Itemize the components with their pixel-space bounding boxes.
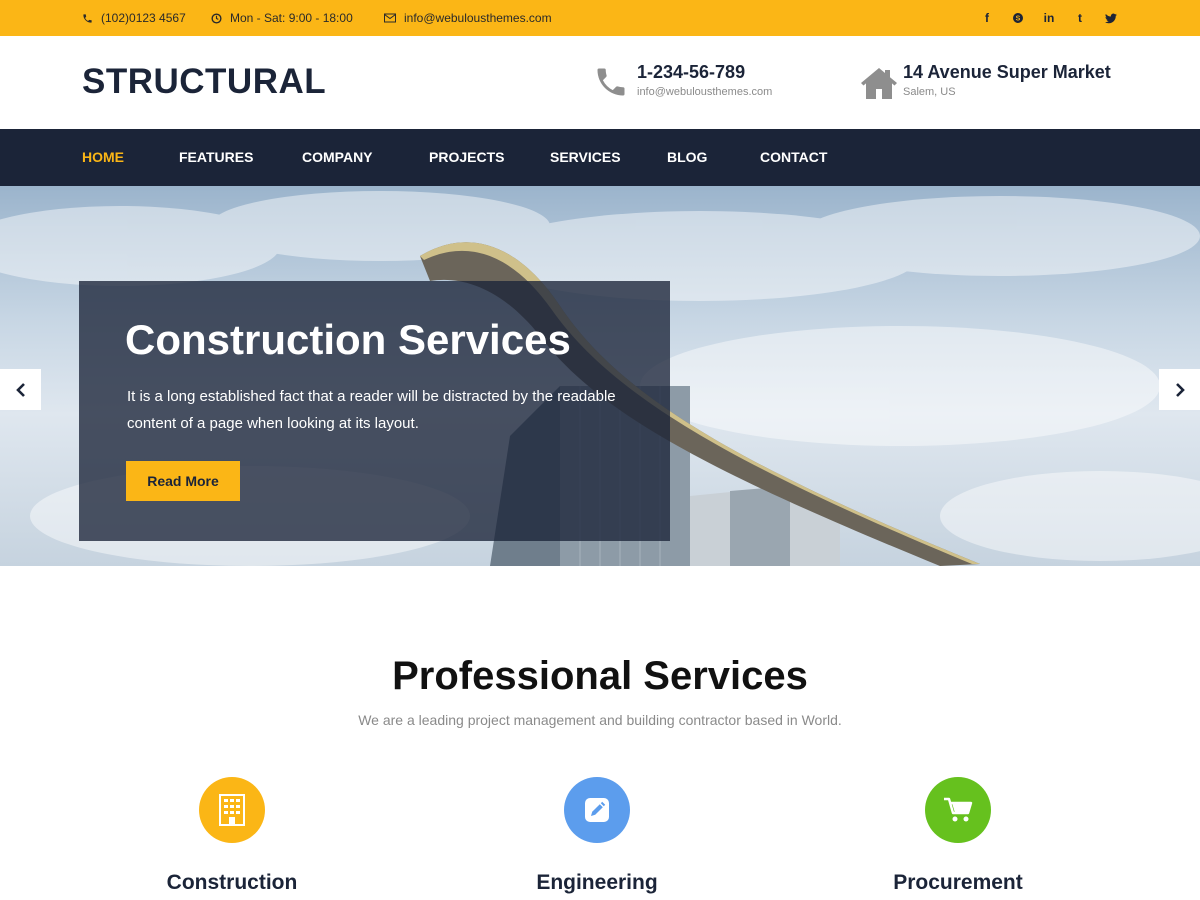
chevron-right-icon [1175, 382, 1185, 397]
header-address-line2: Salem, US [903, 86, 956, 98]
service-name: Engineering [536, 871, 658, 894]
chevron-left-icon [15, 382, 25, 397]
skype-icon[interactable]: S [1006, 0, 1030, 36]
topbar-phone-text: (102)0123 4567 [101, 11, 186, 25]
twitter-icon[interactable] [1099, 0, 1123, 36]
nav-features[interactable]: FEATURES [179, 129, 253, 186]
service-name: Construction [166, 871, 298, 894]
nav-blog[interactable]: BLOG [667, 129, 707, 186]
phone-icon [597, 68, 625, 96]
home-icon [861, 68, 897, 99]
nav-services[interactable]: SERVICES [550, 129, 621, 186]
services-heading: Professional Services [392, 654, 808, 698]
tumblr-icon[interactable]: t [1068, 0, 1092, 36]
clock-icon [211, 12, 222, 24]
main-nav: HOME FEATURES COMPANY PROJECTS SERVICES … [0, 129, 1200, 186]
nav-projects[interactable]: PROJECTS [429, 129, 504, 186]
site-header: STRUCTURAL 1-234-56-789 info@webulousthe… [0, 36, 1200, 129]
header-contact: 1-234-56-789 info@webulousthemes.com [637, 62, 772, 98]
header-phone: 1-234-56-789 [637, 62, 746, 82]
top-bar: (102)0123 4567 Mon - Sat: 9:00 - 18:00 i… [0, 0, 1200, 36]
header-email: info@webulousthemes.com [637, 86, 773, 98]
svg-text:S: S [1016, 16, 1021, 23]
hero-description: It is a long established fact that a rea… [127, 388, 616, 432]
topbar-hours-text: Mon - Sat: 9:00 - 18:00 [230, 11, 353, 25]
header-address: 14 Avenue Super Market Salem, US [903, 62, 1111, 98]
header-address-line1: 14 Avenue Super Market [903, 62, 1111, 82]
slider-next-button[interactable] [1159, 369, 1200, 410]
nav-home[interactable]: HOME [82, 129, 124, 186]
building-icon [199, 777, 265, 843]
slider-prev-button[interactable] [0, 369, 41, 410]
facebook-icon[interactable]: f [975, 0, 999, 36]
nav-company[interactable]: COMPANY [302, 129, 373, 186]
phone-icon [83, 13, 92, 23]
envelope-icon [384, 13, 396, 23]
read-more-button[interactable]: Read More [126, 461, 240, 501]
cart-icon [925, 777, 991, 843]
services-subheading: We are a leading project management and … [358, 712, 842, 728]
topbar-email[interactable]: info@webulousthemes.com [384, 0, 552, 36]
site-logo[interactable]: STRUCTURAL [82, 62, 326, 102]
nav-contact[interactable]: CONTACT [760, 129, 827, 186]
service-name: Procurement [893, 871, 1023, 894]
pencil-icon [564, 777, 630, 843]
hero-title: Construction Services [125, 316, 571, 363]
topbar-phone: (102)0123 4567 [82, 0, 186, 36]
linkedin-icon[interactable]: in [1037, 0, 1061, 36]
topbar-hours: Mon - Sat: 9:00 - 18:00 [211, 0, 353, 36]
hero-caption-box: Construction Services It is a long estab… [79, 281, 670, 541]
topbar-email-text: info@webulousthemes.com [404, 11, 552, 25]
hero-slider: Construction Services It is a long estab… [0, 186, 1200, 566]
